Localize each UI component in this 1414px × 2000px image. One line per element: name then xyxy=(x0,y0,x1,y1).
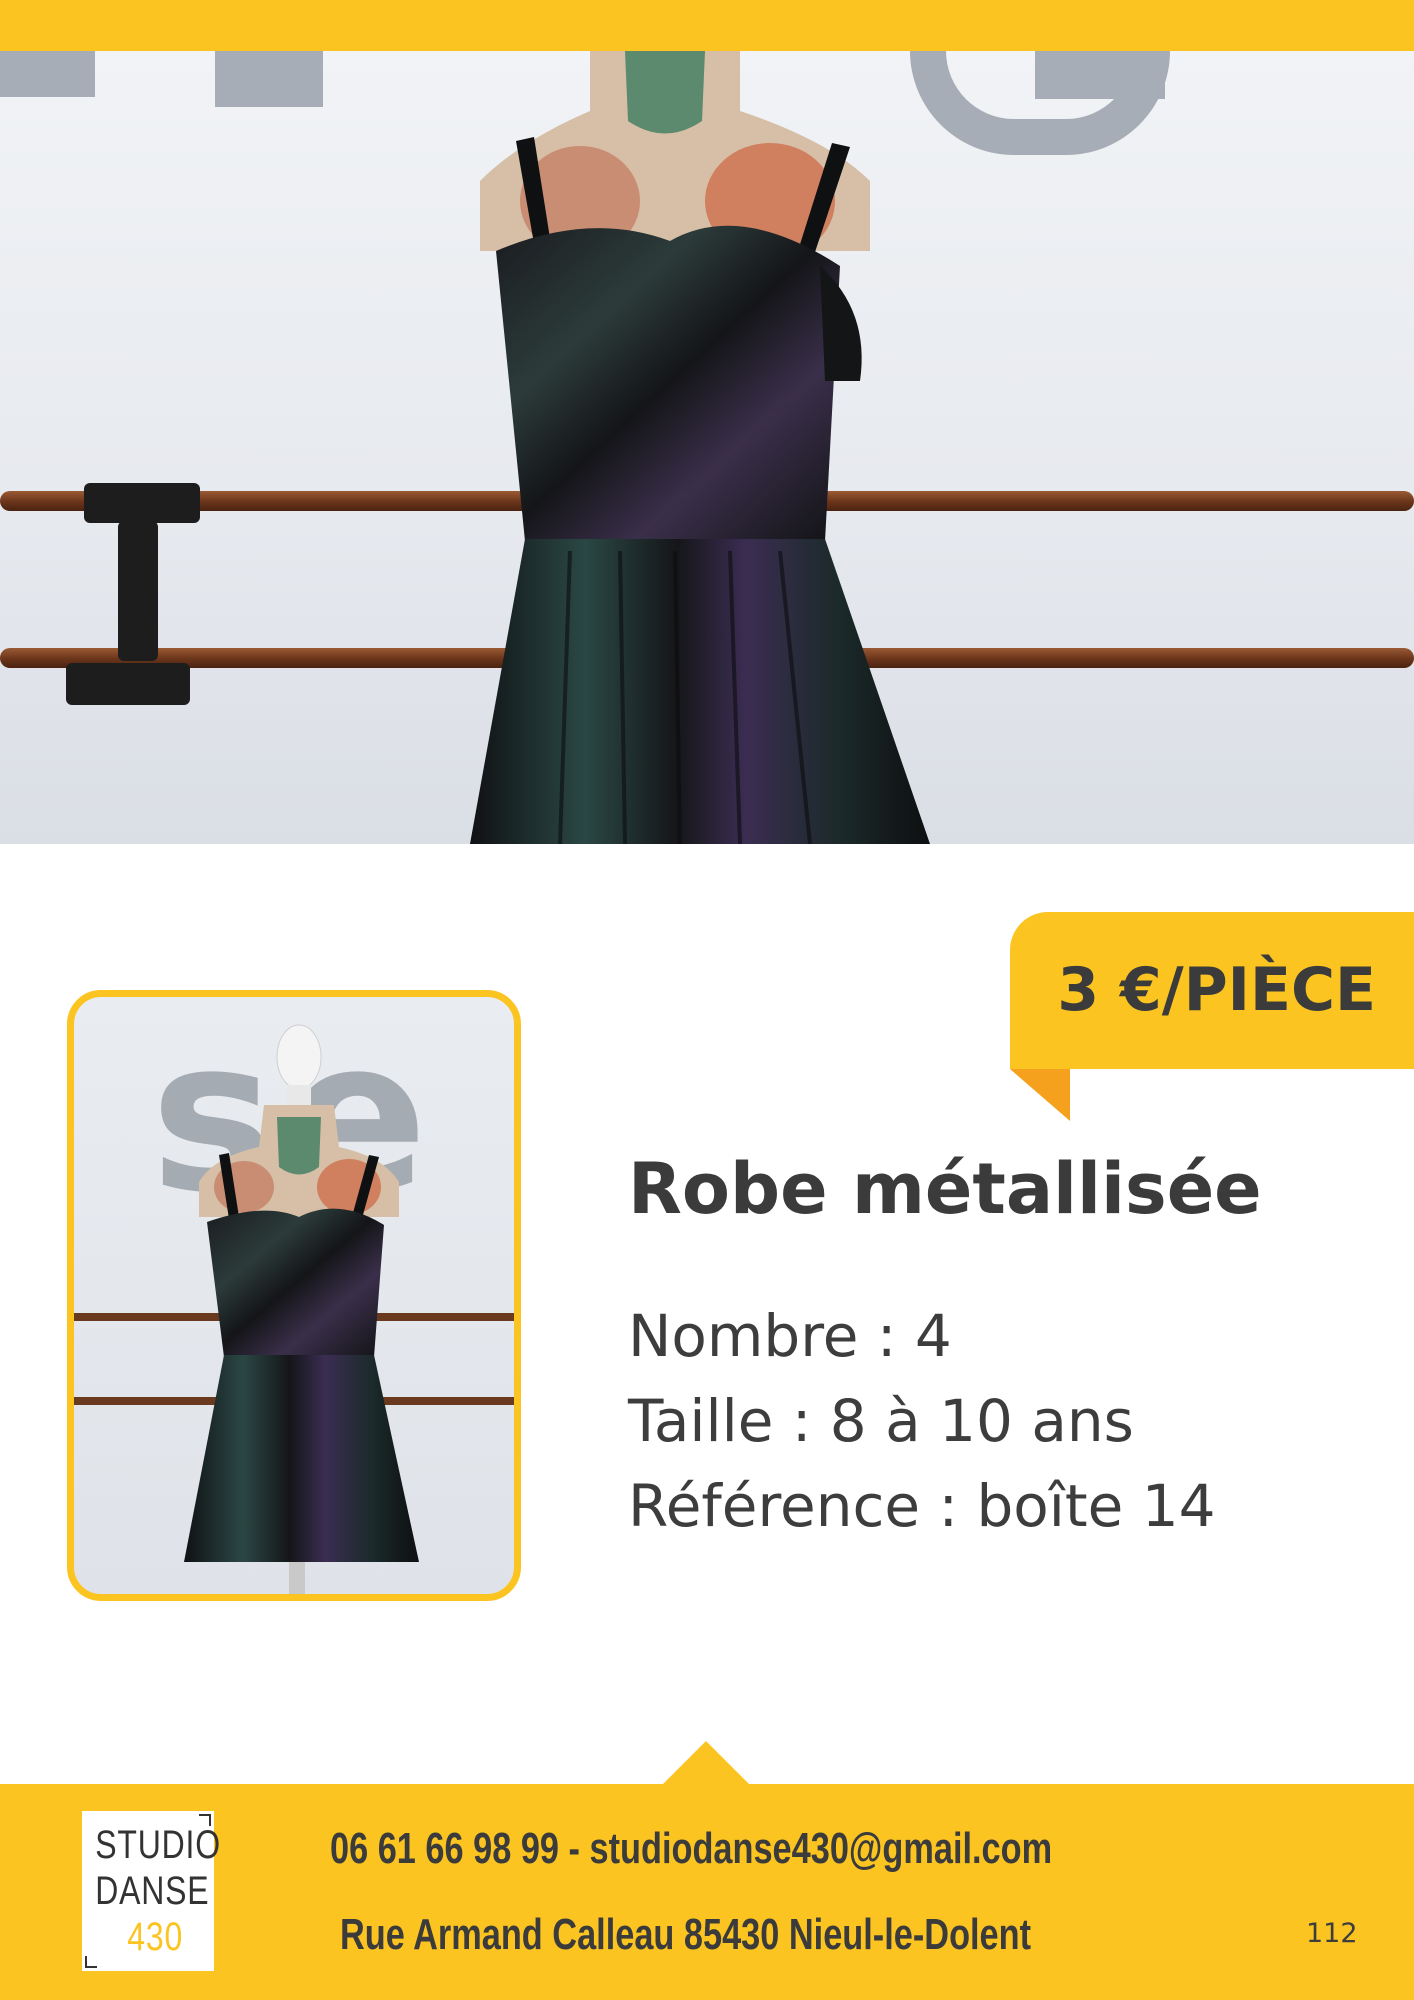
footer-notch xyxy=(662,1741,750,1785)
dress-on-mannequin-image xyxy=(470,51,930,844)
dress-thumbnail-photo: se xyxy=(67,990,521,1601)
wall-letter-fragment xyxy=(215,51,323,107)
product-size: Taille : 8 à 10 ans xyxy=(628,1387,1134,1455)
product-count: Nombre : 4 xyxy=(628,1302,952,1370)
barre-bracket-arm xyxy=(118,521,158,661)
footer-address: Rue Armand Calleau 85430 Nieul-le-Dolent xyxy=(340,1910,1032,1959)
logo-line-430: 430 xyxy=(127,1915,184,1959)
price-badge: 3 €/PIÈCE xyxy=(1010,912,1414,1069)
price-badge-fold xyxy=(1010,1069,1070,1121)
product-title: Robe métallisée xyxy=(628,1148,1262,1230)
logo-line-danse: DANSE xyxy=(95,1869,210,1913)
barre-bracket xyxy=(66,663,190,705)
studio-logo: STUDIO DANSE 430 xyxy=(82,1811,221,1971)
page-number: 112 xyxy=(1306,1918,1358,1949)
footer-contact: 06 61 66 98 99 - studiodanse430@gmail.co… xyxy=(330,1824,1053,1873)
product-reference: Référence : boîte 14 xyxy=(628,1472,1216,1540)
logo-line-studio: STUDIO xyxy=(95,1823,221,1867)
wall-letter-fragment xyxy=(0,51,95,97)
price-label: 3 €/PIÈCE xyxy=(1057,955,1376,1025)
hero-photo xyxy=(0,51,1414,844)
dress-on-mannequin-image xyxy=(184,1024,419,1594)
top-accent-band xyxy=(0,0,1414,51)
barre-bracket xyxy=(84,483,200,523)
